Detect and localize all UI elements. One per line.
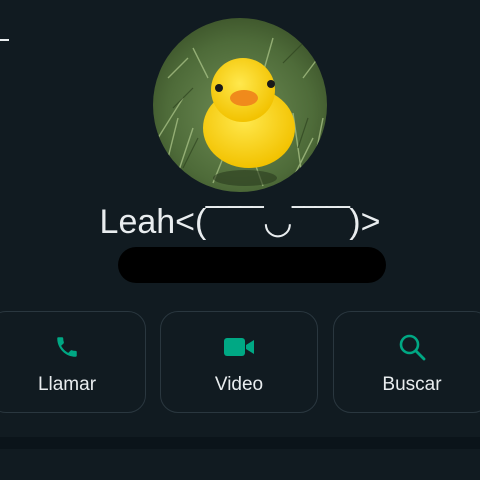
video-camera-icon [161, 332, 317, 362]
phone-icon [0, 332, 145, 362]
search-label: Buscar [382, 374, 442, 395]
search-button[interactable]: Buscar [333, 311, 480, 413]
contact-avatar[interactable] [153, 18, 327, 192]
contact-name: Leah<(‾‾‾‾‾◡‾‾‾‾‾)> [99, 203, 381, 241]
call-label: Llamar [37, 374, 97, 395]
back-arrow-icon[interactable] [0, 39, 9, 41]
video-label: Video [214, 374, 264, 395]
redacted-phone-number [118, 247, 386, 283]
search-icon [334, 332, 480, 362]
section-divider [0, 437, 480, 449]
video-call-button[interactable]: Video [160, 311, 318, 413]
call-button[interactable]: Llamar [0, 311, 146, 413]
